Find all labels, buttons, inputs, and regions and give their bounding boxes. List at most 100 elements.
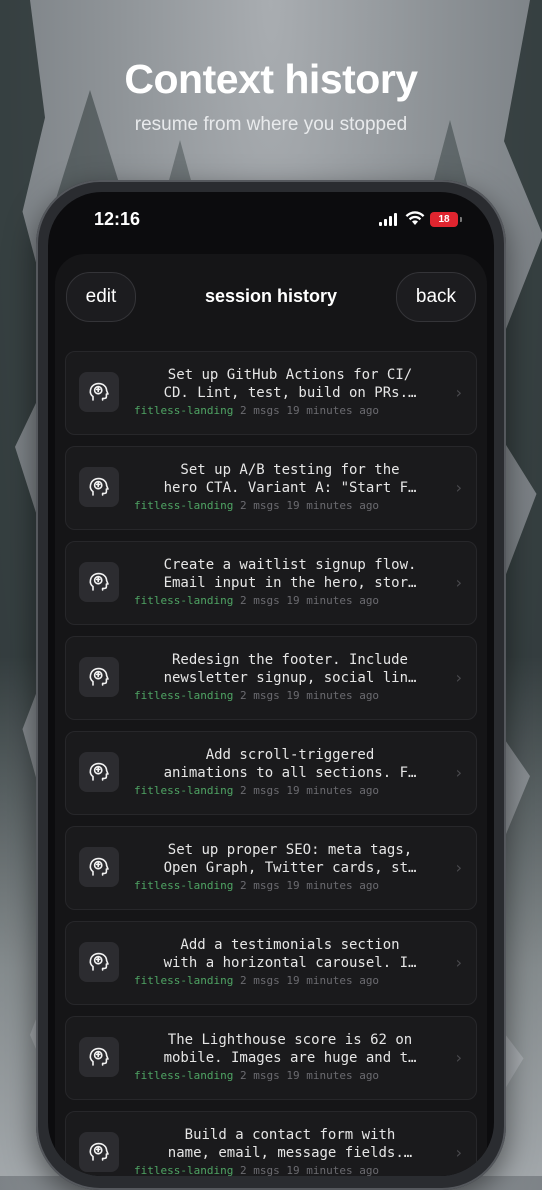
session-timestamp: 19 minutes ago: [286, 784, 380, 797]
session-meta: fitless-landing 2 msgs 19 minutes ago: [134, 974, 379, 987]
chevron-right-icon: ›: [455, 1143, 462, 1162]
brain-icon: [79, 1132, 119, 1172]
session-timestamp: 19 minutes ago: [286, 879, 380, 892]
session-item[interactable]: Create a waitlist signup flow. Email inp…: [65, 541, 477, 625]
session-summary-line-2: name, email, message fields.…: [167, 1145, 413, 1161]
session-summary: Build a contact form with name, email, m…: [134, 1126, 446, 1162]
project-tag: fitless-landing: [134, 1069, 234, 1082]
session-summary: Add a testimonials section with a horizo…: [134, 936, 446, 972]
back-button[interactable]: back: [396, 272, 476, 322]
session-summary-line-1: Set up proper SEO: meta tags,: [167, 842, 413, 858]
project-tag: fitless-landing: [134, 1164, 234, 1176]
session-timestamp: 19 minutes ago: [286, 1164, 380, 1176]
hero-title: Context history: [124, 56, 418, 102]
session-summary-line-1: Set up A/B testing for the: [180, 462, 400, 478]
chevron-right-icon: ›: [455, 858, 462, 877]
battery-icon: 18: [430, 212, 462, 227]
session-summary-line-1: Set up GitHub Actions for CI/: [167, 367, 413, 383]
session-summary-line-1: The Lighthouse score is 62 on: [167, 1032, 413, 1048]
message-count: 2 msgs: [239, 499, 280, 512]
hero-subtitle: resume from where you stopped: [134, 114, 408, 135]
brain-icon: [79, 562, 119, 602]
brain-icon: [79, 942, 119, 982]
session-summary: Set up proper SEO: meta tags, Open Graph…: [134, 841, 446, 877]
session-history-sheet: edit session history back Set up GitHub …: [55, 254, 487, 1176]
session-summary-line-2: hero CTA. Variant A: "Start F…: [163, 480, 417, 496]
message-count: 2 msgs: [239, 689, 280, 702]
brain-icon: [79, 752, 119, 792]
session-summary-line-2: Open Graph, Twitter cards, st…: [163, 860, 417, 876]
session-summary-line-1: Create a waitlist signup flow.: [163, 557, 417, 573]
session-list: Set up GitHub Actions for CI/ CD. Lint, …: [65, 351, 477, 1176]
session-item[interactable]: Add a testimonials section with a horizo…: [65, 921, 477, 1005]
message-count: 2 msgs: [239, 594, 280, 607]
message-count: 2 msgs: [239, 784, 280, 797]
session-meta: fitless-landing 2 msgs 19 minutes ago: [134, 499, 379, 512]
session-item[interactable]: The Lighthouse score is 62 on mobile. Im…: [65, 1016, 477, 1100]
message-count: 2 msgs: [239, 1164, 280, 1176]
chevron-right-icon: ›: [455, 668, 462, 687]
message-count: 2 msgs: [239, 1069, 280, 1082]
project-tag: fitless-landing: [134, 499, 234, 512]
status-time: 12:16: [94, 209, 141, 229]
session-meta: fitless-landing 2 msgs 19 minutes ago: [134, 594, 379, 607]
project-tag: fitless-landing: [134, 784, 234, 797]
session-summary-line-2: CD. Lint, test, build on PRs.…: [163, 385, 417, 401]
brain-icon: [79, 657, 119, 697]
message-count: 2 msgs: [239, 974, 280, 987]
session-summary-line-1: Add scroll-triggered: [205, 747, 375, 763]
session-timestamp: 19 minutes ago: [286, 594, 380, 607]
session-timestamp: 19 minutes ago: [286, 499, 380, 512]
session-meta: fitless-landing 2 msgs 19 minutes ago: [134, 879, 379, 892]
project-tag: fitless-landing: [134, 879, 234, 892]
session-summary-line-2: newsletter signup, social lin…: [163, 670, 417, 686]
message-count: 2 msgs: [239, 879, 280, 892]
session-summary-line-2: animations to all sections. F…: [163, 765, 417, 781]
brain-icon: [79, 467, 119, 507]
project-tag: fitless-landing: [134, 404, 234, 417]
session-item[interactable]: Set up GitHub Actions for CI/ CD. Lint, …: [65, 351, 477, 435]
session-meta: fitless-landing 2 msgs 19 minutes ago: [134, 404, 379, 417]
session-summary-line-2: mobile. Images are huge and t…: [163, 1050, 417, 1066]
session-timestamp: 19 minutes ago: [286, 689, 380, 702]
session-summary-line-1: Build a contact form with: [184, 1127, 396, 1143]
chevron-right-icon: ›: [455, 1048, 462, 1067]
session-summary: Create a waitlist signup flow. Email inp…: [134, 556, 446, 592]
session-summary-line-1: Add a testimonials section: [180, 937, 400, 953]
session-item[interactable]: Redesign the footer. Include newsletter …: [65, 636, 477, 720]
session-timestamp: 19 minutes ago: [286, 1069, 380, 1082]
brain-icon: [79, 1037, 119, 1077]
session-summary: Set up A/B testing for the hero CTA. Var…: [134, 461, 446, 497]
session-summary-line-2: Email input in the hero, stor…: [163, 575, 417, 591]
project-tag: fitless-landing: [134, 974, 234, 987]
session-timestamp: 19 minutes ago: [286, 404, 380, 417]
project-tag: fitless-landing: [134, 594, 234, 607]
cellular-signal-icon: [379, 213, 399, 226]
project-tag: fitless-landing: [134, 689, 234, 702]
wifi-icon: [405, 211, 425, 226]
session-meta: fitless-landing 2 msgs 19 minutes ago: [134, 1069, 379, 1082]
session-item[interactable]: Build a contact form with name, email, m…: [65, 1111, 477, 1176]
session-summary: Set up GitHub Actions for CI/ CD. Lint, …: [134, 366, 446, 402]
message-count: 2 msgs: [239, 404, 280, 417]
session-item[interactable]: Add scroll-triggered animations to all s…: [65, 731, 477, 815]
session-meta: fitless-landing 2 msgs 19 minutes ago: [134, 784, 379, 797]
session-item[interactable]: Set up proper SEO: meta tags, Open Graph…: [65, 826, 477, 910]
chevron-right-icon: ›: [455, 383, 462, 402]
session-summary-line-2: with a horizontal carousel. I…: [163, 955, 417, 971]
chevron-right-icon: ›: [455, 573, 462, 592]
session-item[interactable]: Set up A/B testing for the hero CTA. Var…: [65, 446, 477, 530]
phone-screen: 12:16 18 edit session history back Set u…: [48, 192, 494, 1176]
brain-icon: [79, 372, 119, 412]
session-timestamp: 19 minutes ago: [286, 974, 380, 987]
session-summary: Add scroll-triggered animations to all s…: [134, 746, 446, 782]
chevron-right-icon: ›: [455, 478, 462, 497]
brain-icon: [79, 847, 119, 887]
session-meta: fitless-landing 2 msgs 19 minutes ago: [134, 1164, 379, 1176]
chevron-right-icon: ›: [455, 953, 462, 972]
session-meta: fitless-landing 2 msgs 19 minutes ago: [134, 689, 379, 702]
chevron-right-icon: ›: [455, 763, 462, 782]
session-summary: Redesign the footer. Include newsletter …: [134, 651, 446, 687]
session-summary: The Lighthouse score is 62 on mobile. Im…: [134, 1031, 446, 1067]
status-bar: 12:16 18: [48, 192, 494, 248]
